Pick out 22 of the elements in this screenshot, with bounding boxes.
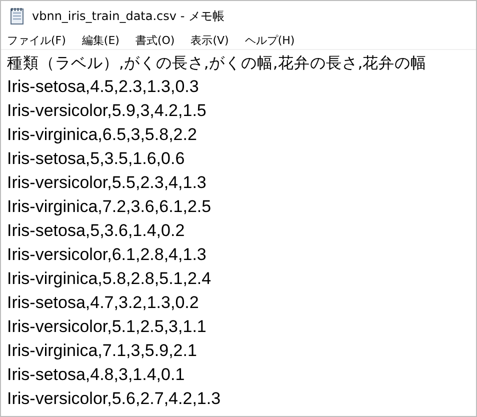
menu-item[interactable]: 表示(V) (190, 32, 229, 48)
text-line: Iris-versicolor,5.9,3,4.2,1.5 (7, 100, 208, 122)
notepad-icon (10, 7, 24, 25)
text-line: Iris-virginica,7.2,3.6,6.1,2.5 (7, 196, 212, 218)
text-line: Iris-versicolor,5.1,2.5,3,1.1 (7, 316, 208, 338)
menu-item[interactable]: ファイル(F) (7, 32, 66, 48)
text-line: Iris-setosa,5,3.6,1.4,0.2 (7, 220, 186, 242)
text-line: Iris-virginica,6.5,3,5.8,2.2 (7, 124, 198, 146)
text-line: 種類（ラベル）,がくの長さ,がくの幅,花弁の長さ,花弁の幅 (7, 53, 428, 74)
text-line: Iris-setosa,4.7,3.2,1.3,0.2 (7, 292, 200, 314)
text-line: Iris-virginica,7.1,3,5.9,2.1 (7, 340, 198, 362)
text-line: Iris-setosa,4.8,3,1.4,0.1 (7, 364, 186, 386)
menu-item[interactable]: 書式(O) (135, 32, 175, 48)
menu-item[interactable]: 編集(E) (82, 32, 120, 48)
menu-item[interactable]: ヘルプ(H) (244, 32, 295, 48)
text-line: Iris-versicolor,6.1,2.8,4,1.3 (7, 244, 208, 266)
text-line: Iris-virginica,5.8,2.8,5.1,2.4 (7, 268, 212, 290)
text-line: Iris-versicolor,5.6,2.7,4.2,1.3 (7, 388, 222, 410)
text-line: Iris-setosa,4.5,2.3,1.3,0.3 (7, 76, 200, 98)
text-line: Iris-setosa,5,3.5,1.6,0.6 (7, 148, 186, 170)
window-title: vbnn_iris_train_data.csv - メモ帳 (32, 8, 224, 24)
text-line: Iris-versicolor,5.5,2.3,4,1.3 (7, 172, 208, 194)
